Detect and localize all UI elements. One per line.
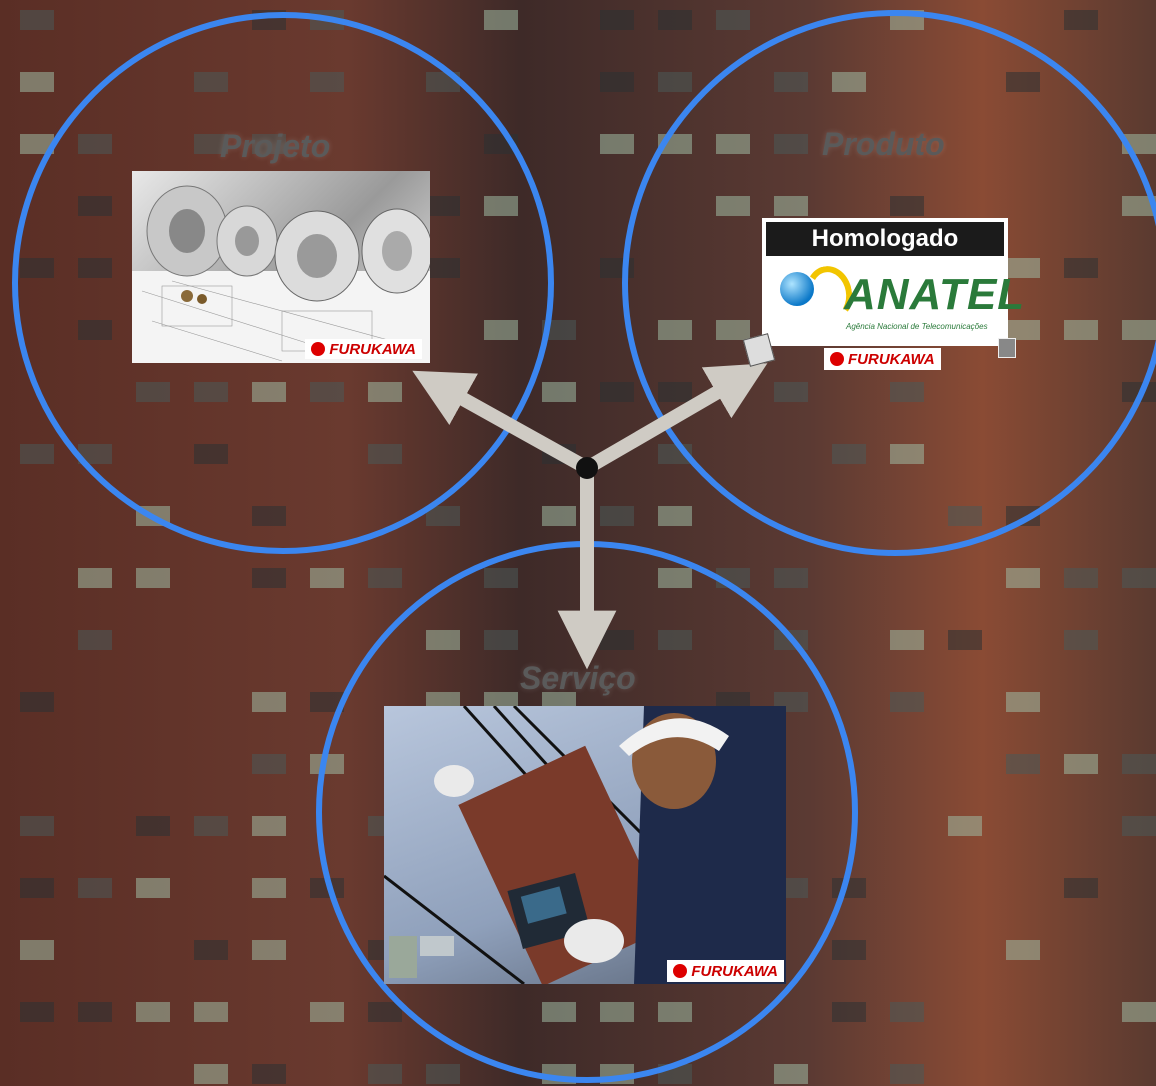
technician-scene — [384, 706, 786, 984]
photo-technician: FURUKAWA — [384, 706, 786, 984]
label-projeto: Projeto — [220, 128, 331, 164]
anatel-badge: Homologado ANATEL Agência Nacional de Te… — [762, 218, 1024, 346]
building-background: Projeto Produto Serviço FURUKAWA Homolog… — [0, 0, 1156, 1086]
photo-blueprints: FURUKAWA — [132, 171, 430, 363]
furukawa-logo-projeto: FURUKAWA — [305, 339, 422, 359]
furukawa-logo-icon — [673, 964, 688, 978]
arrow-produto — [583, 363, 768, 475]
label-servico: Serviço — [520, 660, 636, 696]
homologado-banner: Homologado — [766, 222, 1004, 256]
small-thumbnail-right — [998, 338, 1016, 358]
furukawa-logo-icon — [830, 352, 844, 366]
furukawa-logo-produto: FURUKAWA — [824, 348, 941, 370]
anatel-subtitle: Agência Nacional de Telecomunicações — [846, 322, 988, 331]
furukawa-logo-icon — [311, 342, 326, 356]
arrow-projeto — [412, 370, 591, 475]
blueprint-rolls — [132, 185, 430, 363]
label-produto: Produto — [822, 126, 945, 162]
anatel-name: ANATEL — [844, 270, 1026, 319]
hub-dot — [576, 457, 598, 479]
furukawa-logo-servico: FURUKAWA — [667, 960, 784, 982]
